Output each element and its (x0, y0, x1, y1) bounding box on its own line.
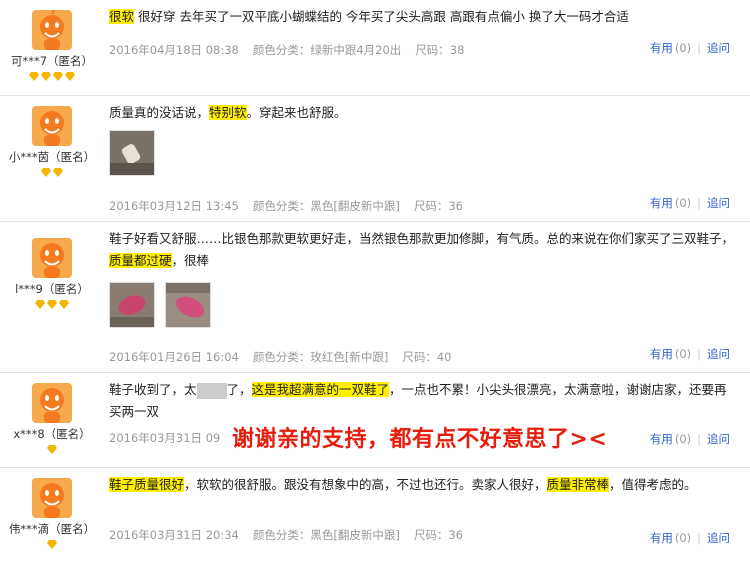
review-actions: 有用 (0) | 追问 (649, 347, 730, 361)
review-size: 36 (448, 528, 463, 542)
review-size: 38 (449, 43, 465, 57)
review-item: l***9（匿名） 鞋子好看又舒服……比银色那款更软更好走，当然银色那款更加修脚… (0, 222, 750, 373)
review-text: 质量真的没话说，特别软。穿起来也舒服。 (109, 105, 347, 120)
reviewer-name: 伟***滴（匿名） (8, 522, 96, 536)
useful-count: (0) (674, 531, 692, 545)
reviewer-info: 伟***滴（匿名） (0, 468, 104, 551)
redacted-text (196, 382, 227, 399)
gold-diamond-badge-icon (41, 72, 51, 81)
seller-overlay-caption: 谢谢亲的支持，都有点不好意思了>< (232, 427, 608, 452)
reviewer-badges (0, 539, 104, 551)
reviewer-info: 可***7（匿名） (0, 0, 104, 83)
review-actions: 有用 (0) | 追问 (649, 432, 730, 446)
review-photos (109, 282, 739, 328)
review-photo[interactable] (109, 282, 155, 328)
gold-diamond-badge-icon (47, 300, 57, 309)
useful-button[interactable]: 有用 (650, 531, 673, 545)
gold-diamond-badge-icon (59, 300, 69, 309)
review-text: 鞋子质量很好，软软的很舒服。跟没有想象中的高，不过也还行。卖家人很好，质量非常棒… (109, 477, 697, 492)
review-actions: 有用 (0) | 追问 (649, 196, 730, 210)
review-photo[interactable] (164, 282, 211, 328)
review-date: 2016年03月31日 20:34 (109, 528, 239, 542)
review-date: 2016年03月12日 13:45 (109, 199, 239, 213)
review-actions: 有用 (0) | 追问 (649, 41, 730, 55)
reviewer-badges (0, 167, 104, 179)
reviewer-info: 小***茵（匿名） (0, 96, 104, 179)
avatar[interactable] (32, 10, 72, 50)
follow-up-button[interactable]: 追问 (707, 196, 730, 210)
review-meta: 2016年01月26日 16:04 颜色分类：玫红色[新中跟] 尺码：40 (109, 350, 452, 364)
review-color: 黑色[翻皮新中跟] (310, 199, 400, 213)
review-item: 伟***滴（匿名） 鞋子质量很好，软软的很舒服。跟没有想象中的高，不过也还行。卖… (0, 468, 750, 569)
avatar[interactable] (32, 238, 72, 278)
avatar[interactable] (32, 106, 72, 146)
reviewer-name: x***8（匿名） (13, 427, 91, 441)
follow-up-button[interactable]: 追问 (707, 531, 730, 545)
useful-count: (0) (674, 41, 692, 55)
useful-button[interactable]: 有用 (650, 196, 673, 210)
review-meta: 2016年03月12日 13:45 颜色分类：黑色[翻皮新中跟] 尺码：36 (109, 199, 463, 213)
review-color: 玫红色[新中跟] (310, 350, 389, 364)
review-color: 绿新中跟4月20出 (310, 43, 402, 57)
review-item: 可***7（匿名） 很软 很好穿 去年买了一双平底小蝴蝶结的 今年买了尖头高跟 … (0, 0, 750, 96)
review-meta: 2016年04月18日 08:38 颜色分类：绿新中跟4月20出 尺码：38 (109, 43, 465, 57)
reviewer-badges (0, 299, 104, 311)
reviewer-name: 小***茵（匿名） (8, 150, 96, 164)
review-text: 很软 很好穿 去年买了一双平底小蝴蝶结的 今年买了尖头高跟 高跟有点偏小 换了大… (109, 9, 629, 24)
follow-up-button[interactable]: 追问 (707, 432, 730, 446)
review-text: 鞋子好看又舒服……比银色那款更软更好走，当然银色那款更加修脚，有气质。总的来说在… (109, 231, 735, 268)
review-color: 黑色[翻皮新中跟] (310, 528, 400, 542)
gold-diamond-badge-icon (47, 540, 57, 549)
useful-button[interactable]: 有用 (650, 347, 673, 361)
review-actions: 有用 (0) | 追问 (649, 531, 730, 545)
review-date: 2016年01月26日 16:04 (109, 350, 239, 364)
reviewer-badges (0, 444, 104, 456)
useful-count: (0) (674, 196, 692, 210)
useful-button[interactable]: 有用 (650, 41, 673, 55)
avatar[interactable] (32, 383, 72, 423)
gold-diamond-badge-icon (29, 72, 39, 81)
gold-diamond-badge-icon (35, 300, 45, 309)
gold-diamond-badge-icon (53, 168, 63, 177)
reviewer-badges (0, 71, 104, 83)
gold-diamond-badge-icon (53, 72, 63, 81)
reviewer-info: l***9（匿名） (0, 222, 104, 311)
review-date: 2016年04月18日 08:38 (109, 43, 239, 57)
follow-up-button[interactable]: 追问 (707, 347, 730, 361)
review-size: 40 (436, 350, 452, 364)
reviewer-name: 可***7（匿名） (10, 54, 94, 68)
gold-diamond-badge-icon (65, 72, 75, 81)
review-photos (109, 130, 739, 176)
gold-diamond-badge-icon (41, 168, 51, 177)
review-item: 小***茵（匿名） 质量真的没话说，特别软。穿起来也舒服。 2016年03月12… (0, 96, 750, 222)
review-meta: 2016年03月31日 09 (109, 430, 234, 446)
gold-diamond-badge-icon (47, 445, 57, 454)
reviewer-info: x***8（匿名） (0, 373, 104, 456)
useful-button[interactable]: 有用 (650, 432, 673, 446)
review-text: 鞋子收到了，太 了，这是我超满意的一双鞋了，一点也不累！小尖头很漂亮，太满意啦，谢… (109, 382, 727, 419)
reviewer-name: l***9（匿名） (15, 282, 89, 296)
review-date: 2016年03月31日 09 (109, 431, 221, 445)
review-meta: 2016年03月31日 20:34 颜色分类：黑色[翻皮新中跟] 尺码：36 (109, 528, 463, 542)
useful-count: (0) (674, 432, 692, 446)
avatar[interactable] (32, 478, 72, 518)
follow-up-button[interactable]: 追问 (707, 41, 730, 55)
useful-count: (0) (674, 347, 692, 361)
review-size: 36 (448, 199, 463, 213)
review-photo[interactable] (109, 130, 155, 176)
